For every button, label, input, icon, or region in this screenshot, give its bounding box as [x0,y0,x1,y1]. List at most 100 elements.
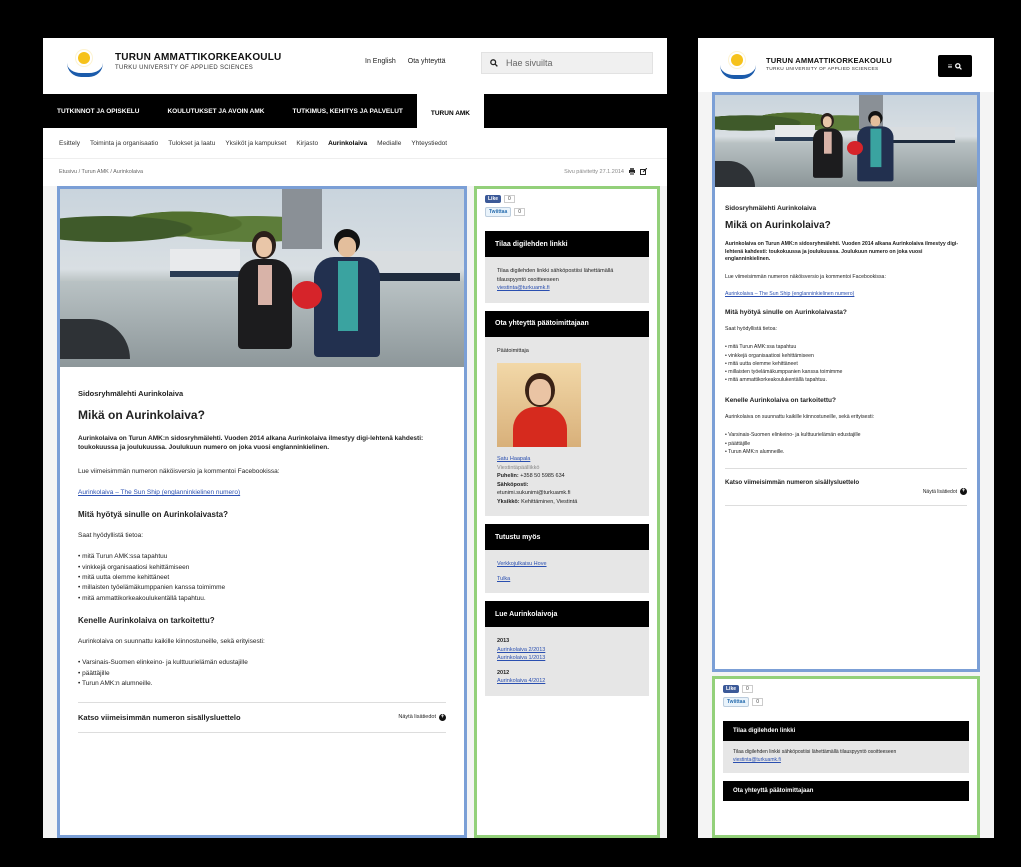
contact-link[interactable]: Ota yhteyttä [408,58,446,65]
site-header: TURUN AMMATTIKORKEAKOULU TURKU UNIVERSIT… [43,38,667,94]
hero-image [60,189,464,367]
list-item: millaisten työelämäkumppanien kanssa toi… [725,368,967,376]
toc-show-more[interactable]: Näytä lisätiedot + [725,488,967,496]
subnav-item[interactable]: Toiminta ja organisaatio [90,140,158,147]
list-item: vinkkejä organisaatiosi kehittämiseen [78,563,446,573]
benefit-list: mitä Turun AMK:ssa tapahtuu vinkkejä org… [725,343,967,385]
list-item: Turun AMK:n alumneille. [78,679,446,689]
plus-icon: + [439,713,446,721]
list-item: mitä Turun AMK:ssa tapahtuu [78,552,446,562]
nav-item-tutkimus[interactable]: TUTKIMUS, KEHITYS JA PALVELUT [279,94,417,128]
article-paragraph: Lue viimeisimmän numeron näköisversio ja… [78,467,280,475]
page-title: Mikä on Aurinkolaiva? [78,408,205,422]
toc-show-more[interactable]: Näytä lisätiedot + [398,713,446,721]
facebook-issue-link[interactable]: Aurinkolaiva – The Sun Ship (englanninki… [78,489,240,496]
box-heading: Ota yhteyttä päätoimittajaan [723,780,969,801]
subscribe-box: Tilaa digilehden linkki Tilaa digilehden… [485,231,649,303]
box-heading: Tilaa digilehden linkki [723,721,969,741]
mobile-menu-button[interactable]: ≡ [938,55,972,77]
breadcrumb[interactable]: Etusivu / Turun AMK / Aurinkolaiva [59,169,143,175]
site-name: TURUN AMMATTIKORKEAKOULU [766,56,893,65]
phone-value: +358 50 5985 634 [520,473,565,480]
facebook-like-button[interactable]: Like [485,195,502,203]
section-heading: Kenelle Aurinkolaiva on tarkoitettu? [725,396,837,404]
list-item: mitä Turun AMK:ssa tapahtuu [725,343,967,351]
like-count: 0 [742,685,753,693]
nav-item-koulutukset[interactable]: KOULUTUKSET JA AVOIN AMK [153,94,278,128]
toc-accordion[interactable]: Katso viimeisimmän numeron sisällysluett… [78,701,446,733]
site-name-en: TURKU UNIVERSITY OF APPLIED SCIENCES [766,67,879,72]
subnav-item[interactable]: Esittely [59,140,80,147]
subnav-item[interactable]: Tulokset ja laatu [168,140,215,147]
unit-value: Kehittäminen, Viestintä [521,498,578,505]
list-item: vinkkejä organisaatiosi kehittämiseen [725,352,967,360]
list-item: Varsinais-Suomen elinkeino- ja kulttuuri… [78,658,446,668]
site-brand[interactable]: TURUN AMMATTIKORKEAKOULU TURKU UNIVERSIT… [115,52,281,71]
editor-photo [497,363,581,448]
site-brand[interactable]: TURUN AMMATTIKORKEAKOULU TURKU UNIVERSIT… [766,56,892,72]
archive-link[interactable]: Aurinkolaiva 1/2013 [497,655,545,661]
subscribe-email-link[interactable]: viestinta@turkuamk.fi [733,757,781,763]
subnav-item[interactable]: Yksiköt ja kampukset [225,140,286,147]
mobile-header: TURUN AMMATTIKORKEAKOULU TURKU UNIVERSIT… [698,38,994,92]
box-heading: Lue Aurinkolaivoja [485,601,649,628]
in-english-link[interactable]: In English [365,58,396,65]
search-input[interactable]: Hae sivuilta [481,52,653,74]
subscribe-box: Tilaa digilehden linkki Tilaa digilehden… [723,721,969,773]
archive-box: Lue Aurinkolaivoja 2013 Aurinkolaiva 2/2… [485,601,649,696]
list-item: mitä uutta olemme kehittäneet [78,573,446,583]
desktop-screenshot: TURUN AMMATTIKORKEAKOULU TURKU UNIVERSIT… [43,38,667,838]
site-logo[interactable] [65,52,105,82]
archive-link[interactable]: Aurinkolaiva 4/2012 [497,678,545,684]
box-heading: Ota yhteyttä päätoimittajaan [485,310,649,337]
list-item: Turun AMK:n alumneille. [725,448,967,456]
unit-label: Yksikkö: [497,498,520,505]
list-item: mitä ammattikorkeakoulukentällä tapahtuu… [78,594,446,604]
subnav-item[interactable]: Medialle [377,140,401,147]
top-links: In English Ota yhteyttä [365,58,446,65]
mobile-screenshot: TURUN AMMATTIKORKEAKOULU TURKU UNIVERSIT… [698,38,994,838]
see-also-link[interactable]: Verkkojulkaisu Hove [497,561,547,567]
main-content: Sidosryhmälehti Aurinkolaiva Mikä on Aur… [57,186,467,838]
tweet-count: 0 [752,698,764,706]
tweet-button[interactable]: Twiittaa [723,697,750,707]
nav-item-turun-amk[interactable]: TURUN AMK [416,94,485,132]
box-text: Tilaa digilehden linkki sähköpostiisi lä… [497,268,614,283]
sub-nav: Esittely Toiminta ja organisaatio Tuloks… [43,128,667,158]
print-icon[interactable] [628,168,636,175]
audience-list: Varsinais-Suomen elinkeino- ja kulttuuri… [725,431,967,456]
article-paragraph: Lue viimeisimmän numeron näköisversio ja… [725,273,886,280]
updated-text: Sivu päivitetty 27.1.2014 [564,168,624,175]
editor-name-link[interactable]: Satu Haapala [497,456,530,462]
editor-contact-box: Ota yhteyttä päätoimittajaan Päätoimitta… [485,310,649,517]
benefit-list: mitä Turun AMK:ssa tapahtuu vinkkejä org… [78,552,446,604]
facebook-like-button[interactable]: Like [723,685,740,693]
archive-link[interactable]: Aurinkolaiva 2/2013 [497,647,545,653]
social-buttons: Like 0 Twiittaa 0 [715,679,977,713]
subnav-item-active[interactable]: Aurinkolaiva [328,140,367,147]
subscribe-email-link[interactable]: viestinta@turkuamk.fi [497,285,550,291]
nav-item-tutkinnot[interactable]: TUTKINNOT JA OPISKELU [43,94,153,128]
like-count: 0 [504,195,515,203]
section-heading: Kenelle Aurinkolaiva on tarkoitettu? [78,616,215,626]
subnav-item[interactable]: Yhteystiedot [411,140,447,147]
subnav-item[interactable]: Kirjasto [296,140,318,147]
box-text: Tilaa digilehden linkki sähköpostiisi lä… [733,749,897,755]
facebook-issue-link[interactable]: Aurinkolaiva – The Sun Ship (englanninki… [725,291,854,297]
list-item: Varsinais-Suomen elinkeino- ja kulttuuri… [725,431,967,439]
see-also-link[interactable]: Tulka [497,576,510,582]
toc-show-label: Näytä lisätiedot [922,488,957,495]
share-icon[interactable] [640,168,647,175]
page-title: Mikä on Aurinkolaiva? [725,220,831,231]
sidebar: Like 0 Twiittaa 0 Tilaa digilehden linkki … [474,186,660,838]
site-logo[interactable] [718,54,758,84]
page-updated: Sivu päivitetty 27.1.2014 [564,168,647,175]
toc-accordion[interactable]: Katso viimeisimmän numeron sisällysluett… [725,468,967,507]
tweet-button[interactable]: Twiittaa [485,207,512,217]
search-icon [490,59,498,67]
list-item: mitä ammattikorkeakoulukentällä tapahtuu… [725,376,967,384]
box-heading: Tutustu myös [485,524,649,551]
sidebar: Like 0 Twiittaa 0 Tilaa digilehden linkki … [712,676,980,838]
article-kicker: Sidosryhmälehti Aurinkolaiva [725,205,817,212]
article: Sidosryhmälehti Aurinkolaiva Mikä on Aur… [60,367,464,745]
